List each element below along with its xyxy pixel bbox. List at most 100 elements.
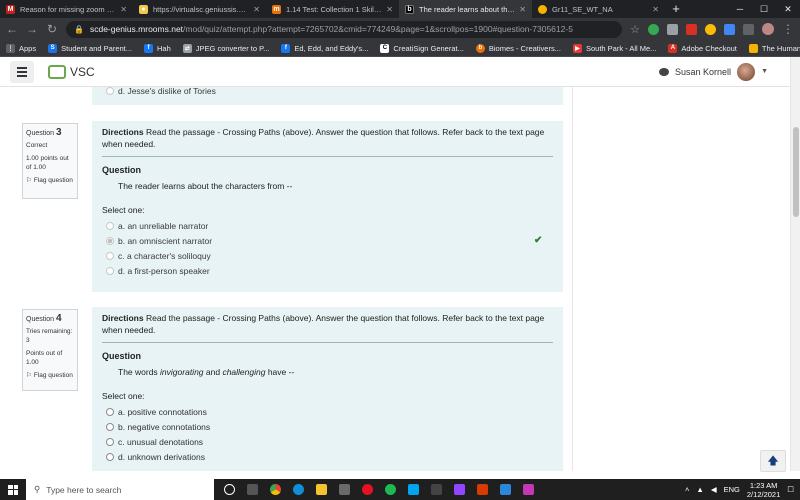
answer-option-c[interactable]: c. unusual denotations <box>106 434 549 449</box>
browser-tab[interactable]: Gr11_SE_WT_NA ✕ <box>532 0 665 18</box>
extension-icon[interactable] <box>743 23 754 35</box>
bookmark-item[interactable]: ▶ South Park - All Me... <box>572 43 656 53</box>
answer-option-d: d. a first-person speaker <box>106 263 549 278</box>
new-tab-button[interactable]: + <box>665 0 687 18</box>
messages-icon[interactable] <box>659 67 670 76</box>
bookmark-item[interactable]: S Student and Parent... <box>48 43 132 53</box>
browser-tab[interactable]: m 1.14 Test: Collection 1 Skills (pag ✕ <box>266 0 399 18</box>
app-icon[interactable] <box>523 484 534 495</box>
question-info-3: Question 3 Correct 1.00 points out of 1.… <box>22 123 78 199</box>
app-icon[interactable] <box>247 484 258 495</box>
browser-tab[interactable]: M Reason for missing zoom meetin ✕ <box>0 0 133 18</box>
twitch-icon[interactable] <box>454 484 465 495</box>
nav-drawer-toggle-icon[interactable] <box>10 60 34 83</box>
site-logo-icon[interactable] <box>48 64 66 79</box>
radio-button[interactable] <box>106 407 114 416</box>
language-indicator[interactable]: ENG <box>724 485 740 494</box>
question-number: Question 4 <box>26 313 62 324</box>
close-tab-icon[interactable]: ✕ <box>519 5 526 14</box>
maximize-icon[interactable]: ☐ <box>752 0 776 18</box>
close-tab-icon[interactable]: ✕ <box>652 5 659 14</box>
bookmark-item[interactable]: ⇄ JPEG converter to P... <box>182 43 269 53</box>
volume-icon[interactable]: ◀ <box>711 485 717 494</box>
bookmark-apps[interactable]: ⋮ Apps <box>6 43 36 53</box>
bookmark-item[interactable]: f Ed, Edd, and Eddy's... <box>281 43 368 53</box>
user-name: Susan Kornell <box>675 66 732 77</box>
close-tab-icon[interactable]: ✕ <box>253 5 260 14</box>
bookmark-item[interactable]: b Biomes - Creativers... <box>475 43 561 53</box>
answer-option-d[interactable]: d. unknown derivations <box>106 449 549 464</box>
browser-tab-active[interactable]: b The reader learns about the char ✕ <box>399 0 532 18</box>
extension-icon[interactable] <box>705 23 716 35</box>
url-path: /mod/quiz/attempt.php?attempt=7265702&cm… <box>183 24 573 34</box>
chevron-up-icon[interactable]: ˄ <box>685 485 689 494</box>
back-arrow-icon[interactable]: ← <box>6 22 18 36</box>
bookmarks-bar: ⋮ Apps S Student and Parent... f Hah ⇄ JPEG … <box>0 40 800 57</box>
url-host: scde-genius.mrooms.net <box>89 24 184 34</box>
radio-button <box>106 221 114 230</box>
radio-button-selected <box>106 236 114 245</box>
flag-icon: ⚐ <box>26 177 32 184</box>
extension-icon[interactable] <box>724 23 735 35</box>
question-info-4: Question 4 Tries remaining: 3 Points out… <box>22 309 78 391</box>
site-header: VSC Susan Kornell ▼ <box>0 57 790 87</box>
radio-button[interactable] <box>106 452 114 461</box>
url-field[interactable]: 🔒 scde-genius.mrooms.net /mod/quiz/attem… <box>66 20 623 38</box>
gmail-favicon-icon: M <box>6 4 15 14</box>
close-tab-icon[interactable]: ✕ <box>386 5 393 14</box>
flag-question-link[interactable]: ⚐ Flag question <box>26 371 74 380</box>
browser-tab[interactable]: ● https://virtualsc.geniussis.com/P ✕ <box>133 0 266 18</box>
network-icon[interactable]: ▲ <box>696 485 703 494</box>
chrome-icon[interactable] <box>270 484 281 495</box>
bookmark-item[interactable]: The Human Centip... <box>748 43 800 53</box>
bookmark-item[interactable]: A Adobe Checkout <box>668 43 737 53</box>
app-icon[interactable] <box>362 484 373 495</box>
extension-icon[interactable] <box>667 23 678 35</box>
app-icon[interactable] <box>500 484 511 495</box>
flag-icon: ⚐ <box>26 372 32 379</box>
question-heading: Question <box>102 165 142 175</box>
scrollbar-thumb[interactable] <box>793 127 799 217</box>
back-to-top-arrow-icon[interactable]: 🡅 <box>760 450 786 472</box>
sis-icon: S <box>48 43 58 53</box>
answer-option-a: a. an unreliable narrator <box>106 218 549 233</box>
close-window-icon[interactable]: ✕ <box>776 0 800 18</box>
moodle-favicon-icon: m <box>272 4 281 14</box>
notifications-icon[interactable]: ☐ <box>787 485 794 494</box>
reload-icon[interactable]: ↻ <box>46 22 58 36</box>
bookmark-star-icon[interactable]: ☆ <box>630 23 640 36</box>
adblock-icon[interactable] <box>686 23 697 35</box>
app-icon[interactable] <box>477 484 488 495</box>
app-icon[interactable] <box>431 484 442 495</box>
bookmark-item[interactable]: C CreatiSign Generat... <box>380 43 464 53</box>
profile-avatar-icon[interactable] <box>762 23 774 35</box>
file-explorer-icon[interactable] <box>316 484 327 495</box>
taskbar-search-input[interactable]: ⚲ Type here to search <box>26 479 214 500</box>
brainly-favicon-icon: b <box>405 4 414 14</box>
radio-button[interactable] <box>106 422 114 431</box>
extensions-area: ☆ ⋮ <box>630 22 794 36</box>
flag-question-link[interactable]: ⚐ Flag question <box>26 176 74 185</box>
kebab-menu-icon[interactable]: ⋮ <box>782 22 794 36</box>
answer-option-c: c. a character's soliloquy <box>106 248 549 263</box>
start-button[interactable] <box>0 484 26 495</box>
page-content: d. Jesse's dislike of Tories Question 3 … <box>0 87 790 471</box>
edge-icon[interactable] <box>293 484 304 495</box>
page-scrollbar[interactable] <box>790 57 800 471</box>
task-view-icon[interactable] <box>224 484 235 495</box>
extension-icon[interactable] <box>648 23 659 35</box>
store-icon[interactable] <box>339 484 350 495</box>
converter-icon: ⇄ <box>182 43 192 53</box>
radio-button[interactable] <box>106 437 114 446</box>
app-icon[interactable] <box>408 484 419 495</box>
spotify-icon[interactable] <box>385 484 396 495</box>
close-tab-icon[interactable]: ✕ <box>120 5 127 14</box>
minimize-icon[interactable]: ─ <box>728 0 752 18</box>
taskbar-clock[interactable]: 1:23 AM 2/12/2021 <box>747 481 780 499</box>
answer-option-a[interactable]: a. positive connotations <box>106 404 549 419</box>
bookmark-item[interactable]: f Hah <box>144 43 171 53</box>
site-name[interactable]: VSC <box>70 65 95 79</box>
user-menu[interactable]: Susan Kornell ▼ <box>659 62 768 81</box>
forward-arrow-icon[interactable]: → <box>26 22 38 36</box>
answer-option-b[interactable]: b. negative connotations <box>106 419 549 434</box>
